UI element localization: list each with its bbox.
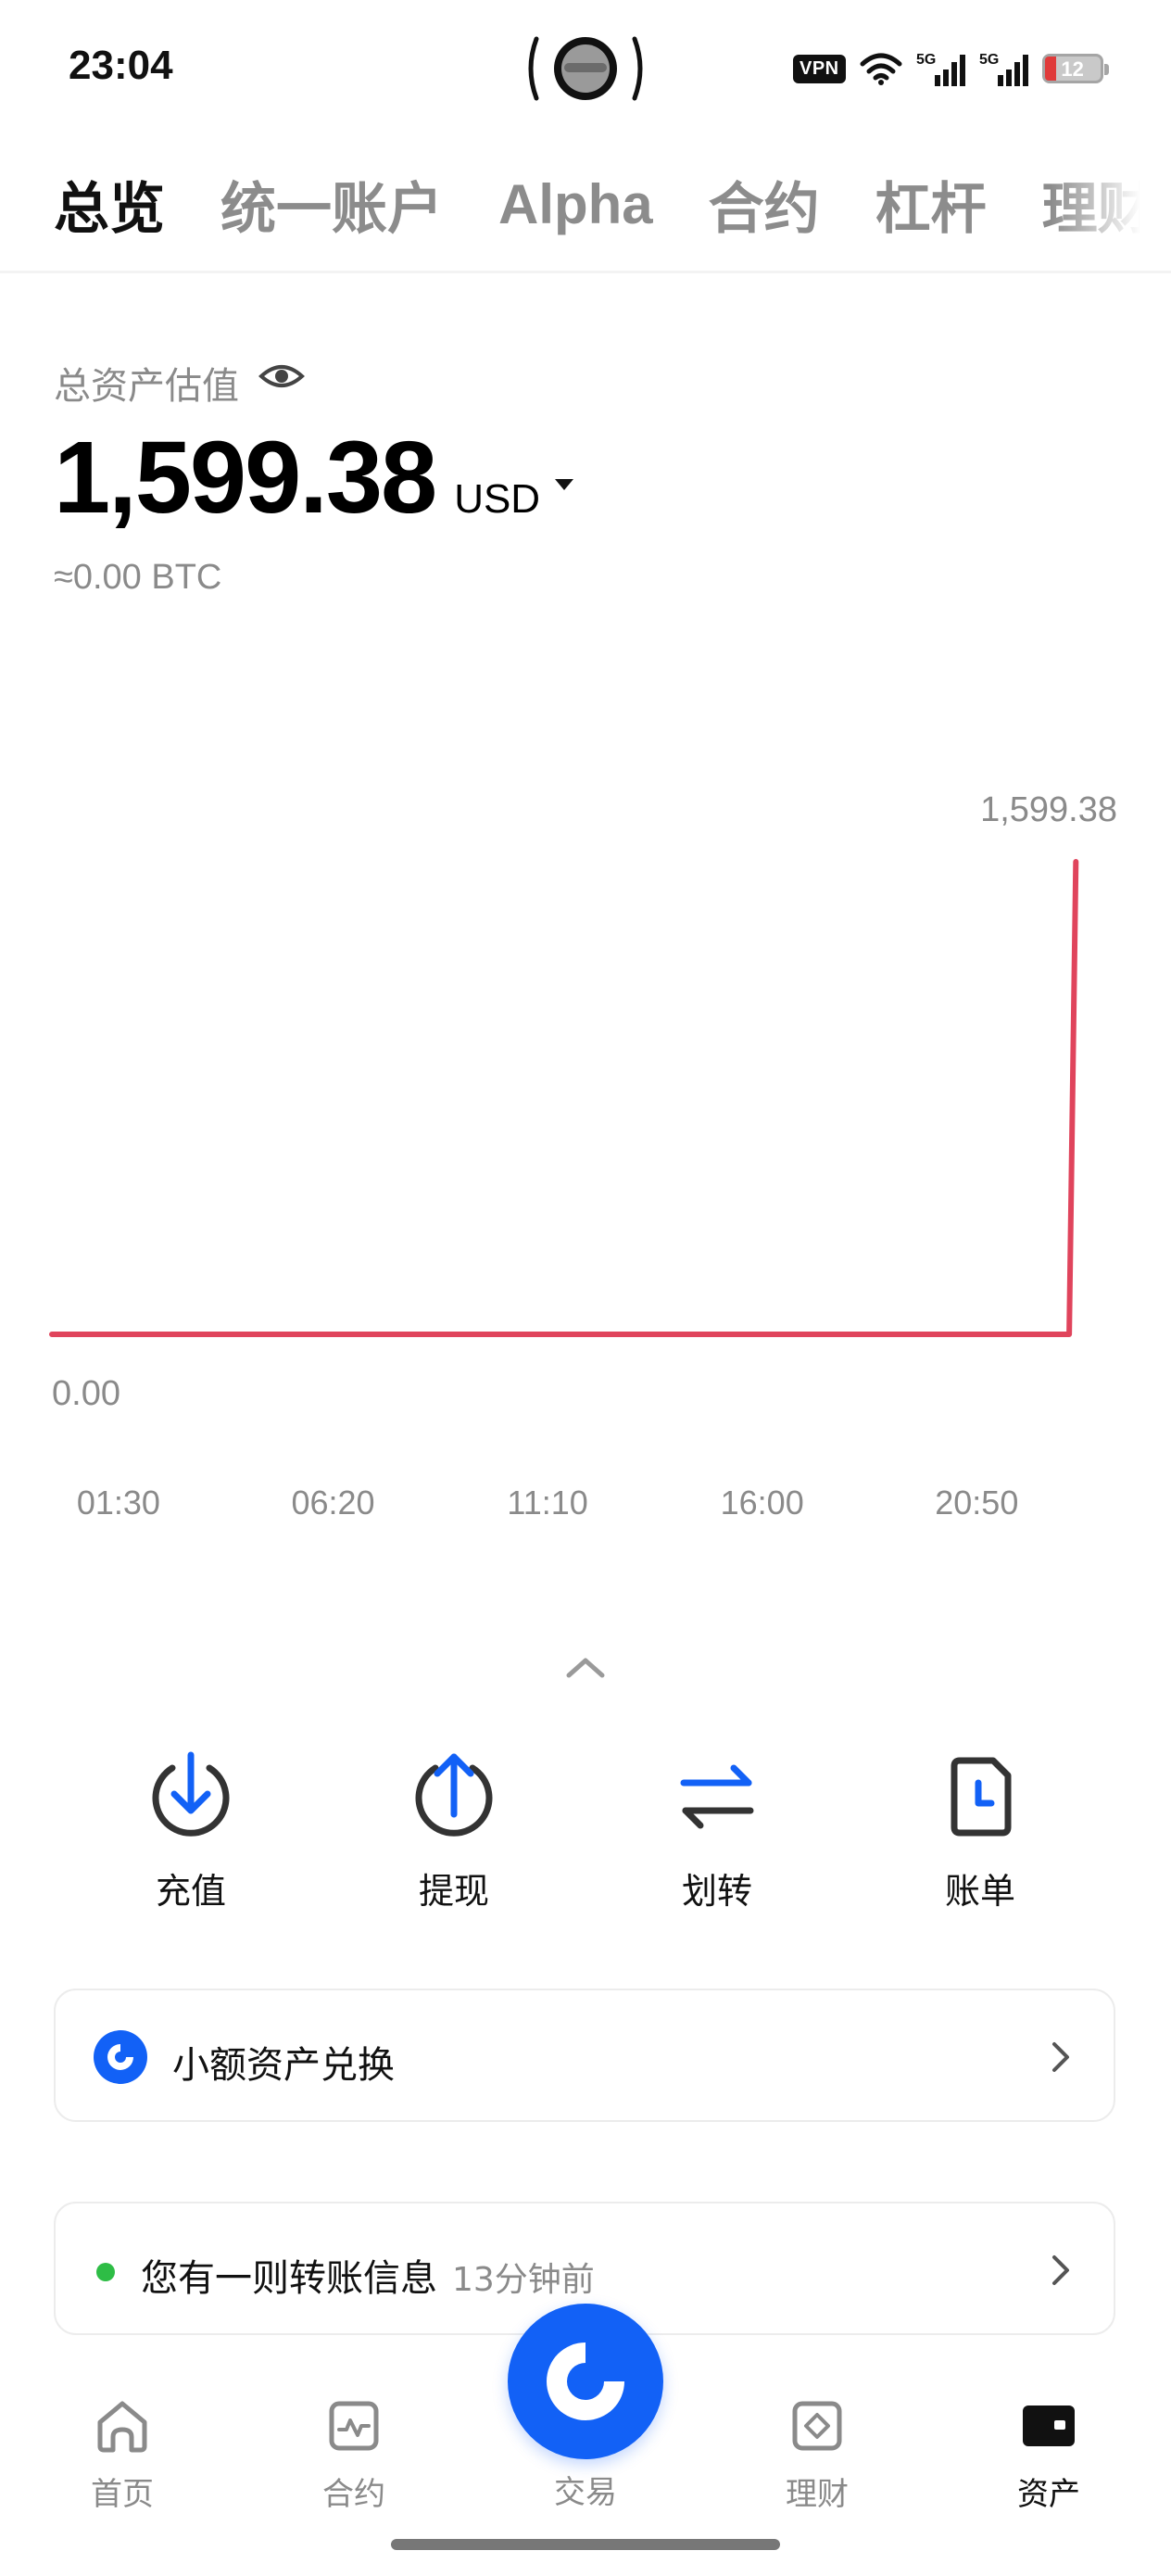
tab-futures[interactable]: 合约 xyxy=(709,164,820,245)
tab-alpha[interactable]: Alpha xyxy=(498,172,653,236)
status-dot xyxy=(96,2263,115,2281)
withdraw-label: 提现 xyxy=(418,1871,489,1912)
small-asset-convert-icon xyxy=(94,2030,147,2084)
transfer-button[interactable]: 划转 xyxy=(634,1749,800,1913)
vpn-badge: VPN xyxy=(793,54,846,83)
x-tick-label: 06:20 xyxy=(291,1484,374,1522)
chevron-up-icon[interactable] xyxy=(563,1653,608,1681)
account-tabs: 总览 统一账户 Alpha 合约 杠杆 理财 xyxy=(54,163,1171,245)
camera-cutout-icon xyxy=(528,36,643,101)
nav-assets-label: 资产 xyxy=(1017,2476,1080,2513)
nav-home[interactable]: 首页 xyxy=(48,2396,196,2514)
chevron-right-icon xyxy=(1052,2255,1069,2285)
deposit-button[interactable]: 充值 xyxy=(107,1749,274,1913)
trade-button[interactable] xyxy=(508,2304,663,2459)
bill-button[interactable]: 账单 xyxy=(897,1749,1064,1913)
bill-label: 账单 xyxy=(944,1871,1015,1912)
chart-min-label: 0.00 xyxy=(52,1374,120,1413)
transfer-label: 划转 xyxy=(681,1871,752,1912)
total-balance-value: 1,599.38 xyxy=(54,421,437,535)
futures-chart-icon xyxy=(329,2401,379,2451)
deposit-arrow-down-icon xyxy=(152,1751,230,1837)
withdraw-button[interactable]: 提现 xyxy=(371,1749,537,1913)
btc-equivalent: ≈0.00 BTC xyxy=(54,558,222,597)
status-icons: VPN 5G 5G 12 xyxy=(793,48,1109,89)
cellular-signal-icon: 5G xyxy=(979,52,1028,86)
chart-series-line xyxy=(49,859,1079,1337)
transfer-timestamp: 13分钟前 xyxy=(452,2261,595,2299)
nav-home-label: 首页 xyxy=(91,2476,154,2513)
home-icon xyxy=(97,2401,147,2453)
signal-5g-label: 5G xyxy=(916,52,936,68)
x-tick-label: 01:30 xyxy=(77,1484,160,1522)
deposit-label: 充值 xyxy=(155,1871,226,1912)
signal-5g-label: 5G xyxy=(979,52,999,68)
caret-down-icon[interactable] xyxy=(553,477,575,492)
trade-logo-icon xyxy=(547,2342,624,2420)
nav-earn[interactable]: 理财 xyxy=(743,2396,891,2514)
nav-assets[interactable]: 资产 xyxy=(975,2396,1123,2514)
nav-futures[interactable]: 合约 xyxy=(280,2396,428,2514)
nav-futures-label: 合约 xyxy=(322,2476,385,2513)
withdraw-arrow-up-icon xyxy=(415,1753,493,1837)
transfer-arrows-icon xyxy=(680,1764,754,1829)
earn-diamond-icon xyxy=(792,2401,842,2451)
balance-row: 1,599.38 USD xyxy=(54,419,575,537)
asset-chart: 1,599.38 0.00 01:30 06:20 11:10 16:00 20:50 xyxy=(49,790,1117,1522)
currency-selector[interactable]: USD xyxy=(454,476,540,523)
nav-trade-label: 交易 xyxy=(554,2474,617,2511)
chart-max-label: 1,599.38 xyxy=(980,790,1117,829)
transfer-message: 您有一则转账信息 xyxy=(141,2257,437,2300)
bill-clock-icon xyxy=(951,1757,1012,1837)
eye-icon[interactable] xyxy=(258,358,306,395)
chevron-right-icon xyxy=(1052,2042,1069,2072)
tab-overview[interactable]: 总览 xyxy=(54,164,165,245)
small-asset-convert-card[interactable]: 小额资产兑换 xyxy=(54,1989,1115,2122)
x-tick-label: 11:10 xyxy=(507,1484,587,1522)
transfer-notice-text: 您有一则转账信息 13分钟前 xyxy=(141,2248,595,2302)
wifi-icon xyxy=(860,53,902,85)
status-time: 23:04 xyxy=(69,43,173,88)
tab-unified-account[interactable]: 统一账户 xyxy=(220,164,443,245)
tab-margin[interactable]: 杠杆 xyxy=(875,164,987,245)
wallet-icon xyxy=(1023,2406,1075,2446)
nav-earn-label: 理财 xyxy=(786,2476,849,2513)
total-asset-label: 总资产估值 xyxy=(54,365,239,408)
cellular-signal-icon: 5G xyxy=(916,52,965,86)
tab-scroll-fade xyxy=(1051,156,1171,248)
battery-icon: 12 xyxy=(1041,54,1109,83)
header-divider xyxy=(0,271,1171,273)
home-indicator xyxy=(391,2539,780,2550)
x-tick-label: 20:50 xyxy=(935,1484,1018,1522)
battery-level: 12 xyxy=(1061,57,1084,81)
x-tick-label: 16:00 xyxy=(721,1484,804,1522)
small-asset-convert-label: 小额资产兑换 xyxy=(172,2044,395,2087)
